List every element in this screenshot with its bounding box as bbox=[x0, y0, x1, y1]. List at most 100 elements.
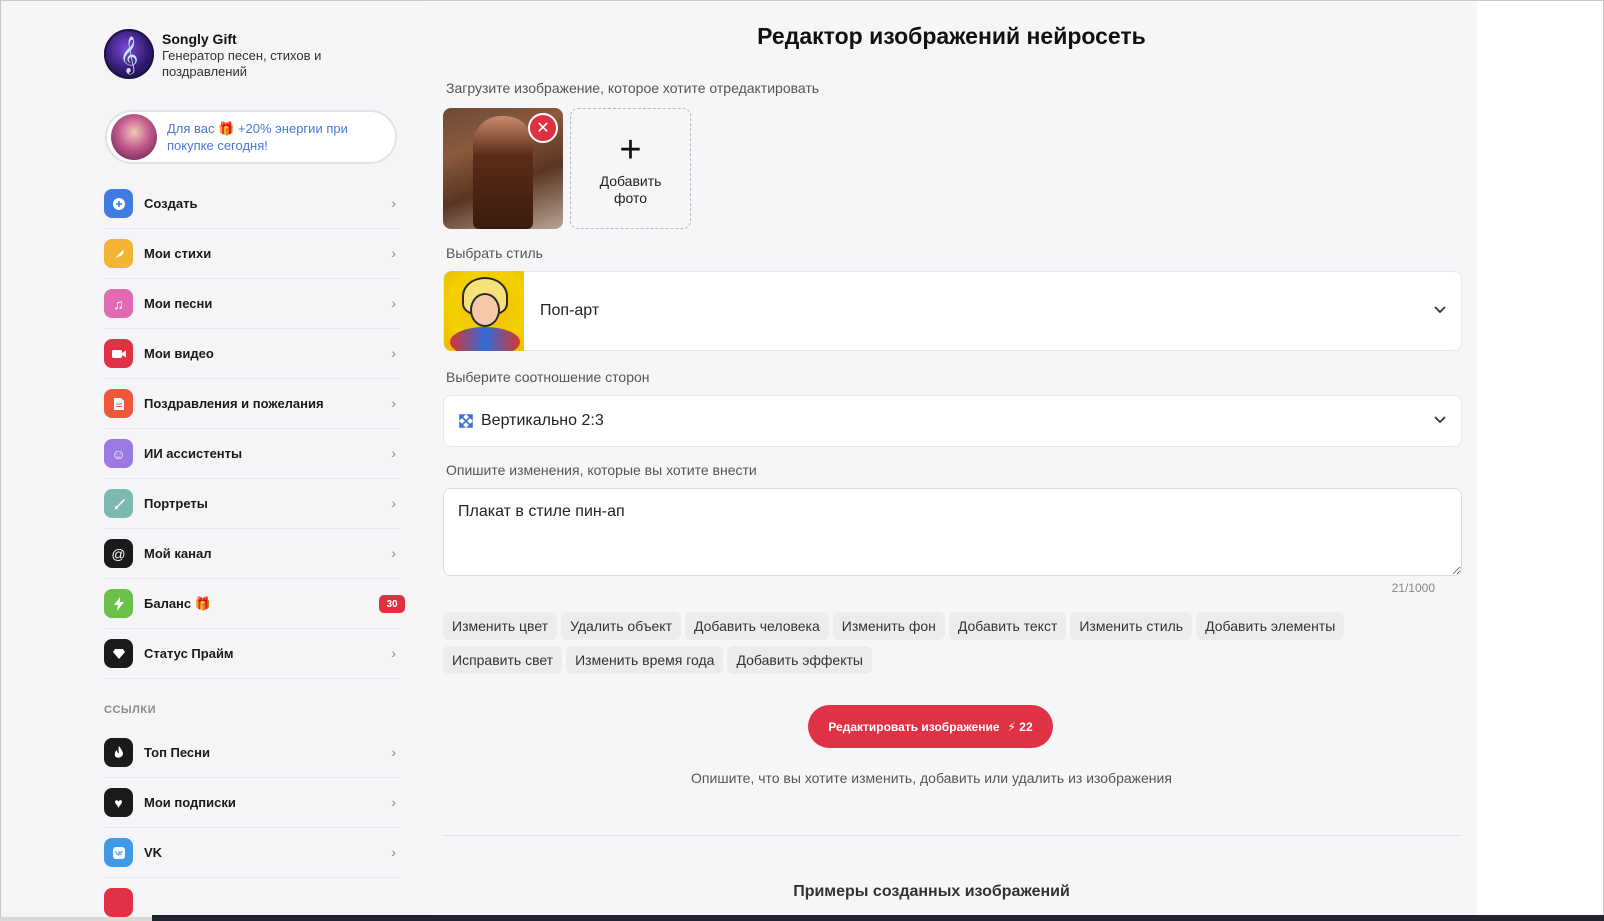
remove-photo-close-icon[interactable]: ✕ bbox=[528, 113, 558, 143]
balance-badge: 30 bbox=[379, 595, 405, 613]
chip-suggestion[interactable]: Добавить эффекты bbox=[727, 646, 872, 674]
style-value: Поп-арт bbox=[540, 302, 600, 319]
thumb-scarf bbox=[450, 327, 520, 351]
video-camera-icon bbox=[104, 339, 133, 368]
nav-label: Топ Песни bbox=[144, 745, 211, 760]
nav-item-partial[interactable] bbox=[104, 878, 400, 920]
aspect-ratio-icon bbox=[459, 414, 473, 428]
chevron-right-icon: › bbox=[391, 295, 396, 311]
page-title: Редактор изображений нейросеть bbox=[757, 23, 1146, 49]
nav-label: Создать bbox=[144, 196, 198, 211]
chevron-right-icon: › bbox=[391, 744, 396, 760]
taskbar bbox=[152, 915, 1604, 921]
nav-item-portraits[interactable]: Портреты › bbox=[104, 479, 400, 529]
at-sign-icon: @ bbox=[104, 539, 133, 568]
right-margin bbox=[1477, 1, 1603, 920]
nav-item-ai-assistants[interactable]: ☺ ИИ ассистенты › bbox=[104, 429, 400, 479]
nav-item-vk[interactable]: VK › bbox=[104, 828, 400, 878]
nav-label: Поздравления и пожелания bbox=[144, 396, 324, 411]
chevron-right-icon: › bbox=[391, 445, 396, 461]
prompt-textarea[interactable]: Плакат в стиле пин-ап bbox=[443, 488, 1462, 576]
chevron-right-icon: › bbox=[391, 545, 396, 561]
nav-item-top-songs[interactable]: Топ Песни › bbox=[104, 728, 400, 778]
edit-image-button[interactable]: Редактировать изображение ⚡ 22 bbox=[808, 705, 1053, 748]
hint-text: Опишите, что вы хотите изменить, добавит… bbox=[691, 770, 1172, 786]
thumb-face bbox=[470, 293, 500, 327]
nav-label: ИИ ассистенты bbox=[144, 446, 243, 461]
music-note-icon: ♫ bbox=[104, 289, 133, 318]
char-counter: 21/1000 bbox=[1391, 581, 1435, 595]
promo-banner[interactable]: Для вас 🎁 +20% энергии при покупке сегод… bbox=[105, 110, 397, 164]
promo-avatar bbox=[111, 114, 157, 160]
examples-heading: Примеры созданных изображений bbox=[793, 883, 1070, 900]
feather-icon bbox=[104, 239, 133, 268]
promo-text: Для вас 🎁 +20% энергии при покупке сегод… bbox=[167, 121, 348, 153]
chip-suggestion[interactable]: Исправить свет bbox=[443, 646, 563, 674]
nav-item-my-subscriptions[interactable]: ♥ Мои подписки › bbox=[104, 778, 400, 828]
links-nav: Топ Песни › ♥ Мои подписки › VK › bbox=[104, 728, 400, 920]
style-select[interactable]: Поп-арт bbox=[443, 271, 1462, 351]
brand-title: Songly Gift bbox=[162, 31, 237, 47]
heart-icon: ♥ bbox=[104, 788, 133, 817]
diamond-icon bbox=[104, 639, 133, 668]
chip-suggestion[interactable]: Удалить объект bbox=[561, 612, 681, 640]
chip-suggestion[interactable]: Изменить фон bbox=[832, 612, 945, 640]
chip-suggestion[interactable]: Добавить человека bbox=[685, 612, 829, 640]
nav-item-balance[interactable]: Баланс 🎁 30 bbox=[104, 579, 405, 629]
photo-figure bbox=[473, 116, 533, 229]
chevron-right-icon: › bbox=[391, 495, 396, 511]
brush-icon bbox=[104, 489, 133, 518]
document-icon bbox=[104, 389, 133, 418]
chevron-down-icon bbox=[1433, 302, 1447, 318]
describe-label: Опишите изменения, которые вы хотите вне… bbox=[446, 462, 757, 478]
chip-suggestion[interactable]: Изменить цвет bbox=[443, 612, 558, 640]
chip-suggestion[interactable]: Изменить стиль bbox=[1070, 612, 1193, 640]
chevron-right-icon: › bbox=[391, 844, 396, 860]
nav-label: Мои видео bbox=[144, 346, 214, 361]
nav-label: VK bbox=[144, 845, 163, 860]
nav-item-my-songs[interactable]: ♫ Мои песни › bbox=[104, 279, 400, 329]
nav-item-prime-status[interactable]: Статус Прайм › bbox=[104, 629, 400, 679]
nav-item-greetings[interactable]: Поздравления и пожелания › bbox=[104, 379, 400, 429]
plus-icon: + bbox=[619, 128, 642, 171]
chip-suggestion[interactable]: Изменить время года bbox=[566, 646, 724, 674]
nav-item-my-videos[interactable]: Мои видео › bbox=[104, 329, 400, 379]
nav-item-create[interactable]: Создать › bbox=[104, 179, 400, 229]
chip-suggestion[interactable]: Добавить текст bbox=[948, 612, 1067, 640]
brand-subtitle: Генератор песен, стихов и поздравлений bbox=[162, 48, 322, 79]
ratio-value: Вертикально 2:3 bbox=[481, 412, 604, 429]
smiley-icon: ☺ bbox=[104, 439, 133, 468]
fire-icon bbox=[104, 738, 133, 767]
add-photo-label: Добавить фото bbox=[599, 172, 662, 206]
sidebar: 𝄞 Songly Gift Генератор песен, стихов и … bbox=[1, 1, 426, 920]
divider bbox=[443, 835, 1462, 836]
nav-label: Портреты bbox=[144, 496, 208, 511]
brand[interactable]: 𝄞 Songly Gift Генератор песен, стихов и … bbox=[104, 29, 342, 80]
nav-label: Мои песни bbox=[144, 296, 213, 311]
chevron-right-icon: › bbox=[391, 395, 396, 411]
chevron-right-icon: › bbox=[391, 645, 396, 661]
ratio-select[interactable]: Вертикально 2:3 bbox=[443, 395, 1462, 447]
nav-item-my-channel[interactable]: @ Мой канал › bbox=[104, 529, 400, 579]
lightning-icon bbox=[104, 589, 133, 618]
chevron-right-icon: › bbox=[391, 245, 396, 261]
chevron-down-icon bbox=[1433, 412, 1447, 428]
suggestion-chips: Изменить цвет Удалить объект Добавить чело… bbox=[443, 612, 1473, 680]
energy-cost: ⚡ 22 bbox=[1007, 719, 1033, 734]
nav-label: Мои стихи bbox=[144, 246, 212, 261]
chevron-right-icon: › bbox=[391, 345, 396, 361]
plus-circle-icon bbox=[104, 189, 133, 218]
add-photo-button[interactable]: + Добавить фото bbox=[570, 108, 691, 229]
upload-label: Загрузите изображение, которое хотите от… bbox=[446, 80, 820, 96]
chevron-right-icon: › bbox=[391, 794, 396, 810]
main-content: Редактор изображений нейросеть Загрузите… bbox=[426, 1, 1477, 920]
style-label: Выбрать стиль bbox=[446, 245, 543, 261]
nav-label: Баланс 🎁 bbox=[144, 595, 211, 611]
download-icon bbox=[104, 888, 133, 917]
section-heading-links: ССЫЛКИ bbox=[104, 704, 156, 716]
vk-icon bbox=[104, 838, 133, 867]
nav-item-my-poems[interactable]: Мои стихи › bbox=[104, 229, 400, 279]
chip-suggestion[interactable]: Добавить элементы bbox=[1196, 612, 1345, 640]
nav-label: Мои подписки bbox=[144, 795, 236, 810]
edit-image-button-label: Редактировать изображение bbox=[828, 719, 1000, 734]
